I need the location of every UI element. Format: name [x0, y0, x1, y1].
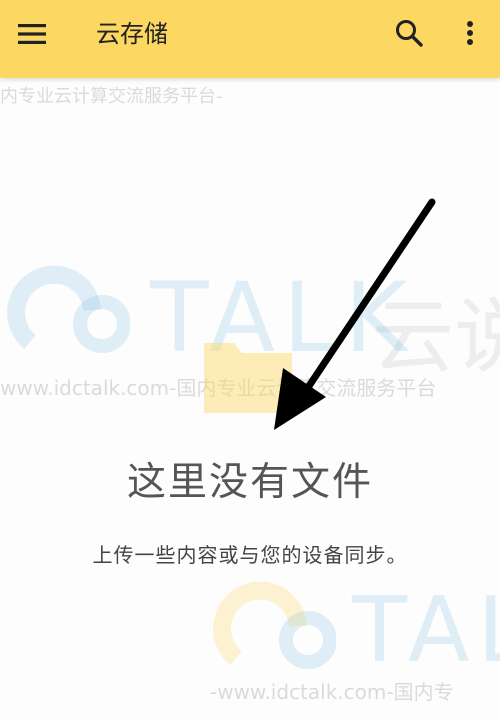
search-icon[interactable] [393, 17, 427, 51]
app-title: 云存储 [96, 20, 168, 48]
watermark-logo-icon-bottom [213, 581, 336, 669]
app-bar: 云存储 [0, 0, 500, 78]
empty-state-subtitle: 上传一些内容或与您的设备同步。 [92, 543, 408, 567]
menu-icon[interactable] [14, 18, 52, 50]
empty-state-title: 这里没有文件 [126, 460, 373, 505]
watermark-brand-bottom: TALK [352, 578, 500, 683]
more-vert-icon[interactable] [454, 16, 486, 50]
watermark-logo-icon [7, 265, 130, 353]
watermark-slogan-bottom: -www.idctalk.com-国内专 [210, 680, 454, 704]
watermark-brand-cn-mid: 云说 [372, 290, 500, 385]
folder-icon [204, 343, 292, 413]
watermark-slogan-top: 内专业云计算交流服务平台- [0, 86, 223, 107]
